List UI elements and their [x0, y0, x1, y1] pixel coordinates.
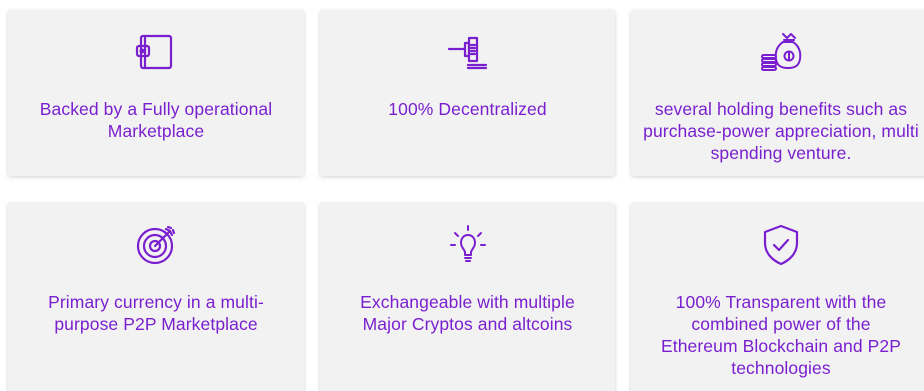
feature-card-exchangeable: Exchangeable with multiple Major Cryptos… — [320, 203, 615, 391]
feature-text: several holding benefits such as purchas… — [643, 99, 919, 163]
features-grid: Backed by a Fully operational Marketplac… — [0, 0, 924, 391]
money-bag-icon — [757, 28, 805, 76]
feature-card-transparent: 100% Transparent with the combined power… — [631, 203, 924, 391]
feature-card-holding-benefits: several holding benefits such as purchas… — [631, 10, 924, 176]
wallet-icon — [132, 28, 180, 76]
lightbulb-icon — [444, 221, 492, 269]
target-icon — [132, 221, 180, 269]
feature-text: 100% Transparent with the combined power… — [660, 292, 902, 378]
feature-text: Exchangeable with multiple Major Cryptos… — [360, 292, 575, 334]
feature-text: Backed by a Fully operational Marketplac… — [39, 99, 273, 141]
feature-card-decentralized: 100% Decentralized — [320, 10, 615, 176]
gavel-icon — [444, 28, 492, 76]
shield-check-icon — [757, 221, 805, 269]
feature-card-marketplace: Backed by a Fully operational Marketplac… — [8, 10, 304, 176]
feature-text: Primary currency in a multi-purpose P2P … — [48, 292, 264, 334]
feature-text: 100% Decentralized — [388, 99, 547, 119]
feature-card-primary-currency: Primary currency in a multi-purpose P2P … — [8, 203, 304, 391]
